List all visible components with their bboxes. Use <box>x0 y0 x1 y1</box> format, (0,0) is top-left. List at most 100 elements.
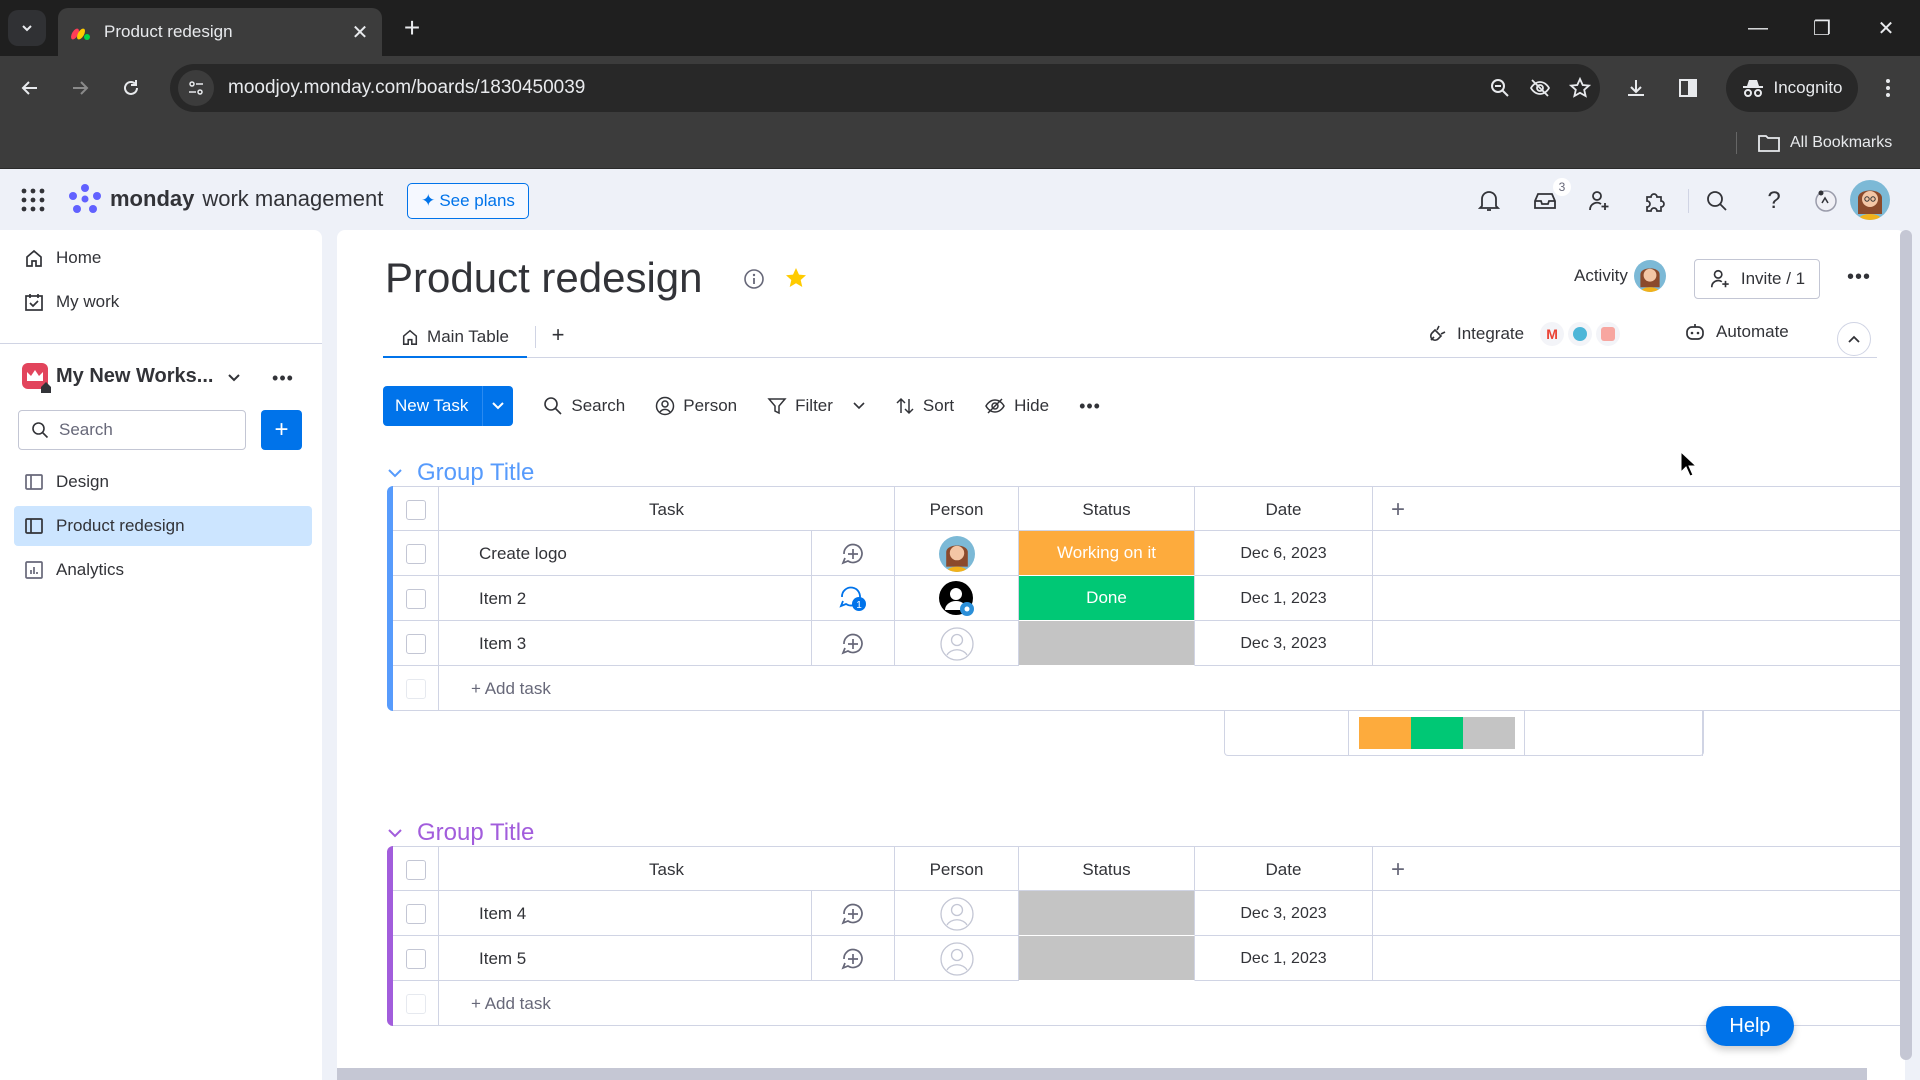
person-cell[interactable] <box>895 621 1019 666</box>
notifications-button[interactable] <box>1471 183 1507 219</box>
favorite-star-icon[interactable] <box>784 266 808 290</box>
date-cell[interactable]: Dec 1, 2023 <box>1195 576 1373 621</box>
row-checkbox[interactable] <box>405 588 426 609</box>
sort-button[interactable]: Sort <box>895 396 954 416</box>
person-filter-button[interactable]: Person <box>655 396 737 416</box>
select-all-checkbox[interactable] <box>405 859 426 880</box>
add-column-button[interactable]: + <box>1373 487 1423 532</box>
updates-cell[interactable] <box>812 936 895 981</box>
status-cell[interactable] <box>1019 621 1195 666</box>
user-avatar[interactable] <box>1850 180 1890 220</box>
column-header-person[interactable]: Person <box>895 487 1019 532</box>
forward-button[interactable] <box>62 70 98 106</box>
status-cell[interactable]: Working on it <box>1019 531 1195 576</box>
horizontal-scrollbar[interactable] <box>337 1068 1867 1080</box>
add-task-row[interactable]: + Add task <box>393 666 1905 711</box>
app-switcher-icon[interactable] <box>20 187 46 213</box>
updates-cell[interactable] <box>812 621 895 666</box>
tab-main-table[interactable]: Main Table <box>383 318 527 358</box>
sidebar-item-analytics[interactable]: Analytics <box>14 550 312 590</box>
workspace-more-button[interactable]: ••• <box>270 366 296 390</box>
group-title[interactable]: Group Title <box>387 459 534 487</box>
close-window-button[interactable]: ✕ <box>1856 8 1916 48</box>
tracking-protection-icon[interactable] <box>1520 68 1560 108</box>
add-task-row[interactable]: + Add task <box>393 981 1905 1026</box>
task-name-cell[interactable]: Item 4 <box>439 891 812 936</box>
workspace-selector[interactable]: My New Works... <box>22 363 213 393</box>
add-update-icon[interactable] <box>840 541 866 567</box>
browser-tab[interactable]: Product redesign ✕ <box>58 8 382 56</box>
viewer-person-icon[interactable] <box>938 580 976 618</box>
minimize-button[interactable]: — <box>1728 8 1788 48</box>
table-row[interactable]: Item 5 Dec 1, 2023 <box>393 936 1905 981</box>
empty-person-icon[interactable] <box>939 941 974 976</box>
incognito-badge[interactable]: Incognito <box>1726 64 1858 112</box>
status-summary-cell[interactable] <box>1349 711 1525 756</box>
side-panel-button[interactable] <box>1670 70 1706 106</box>
ai-assistant-button[interactable] <box>1808 183 1844 219</box>
invite-button[interactable]: Invite / 1 <box>1694 259 1820 299</box>
updates-cell[interactable] <box>812 891 895 936</box>
updates-cell[interactable]: 1 <box>812 576 895 621</box>
table-row[interactable]: Item 2 1 Done Dec 1, 2023 <box>393 576 1905 621</box>
restore-button[interactable]: ❐ <box>1792 8 1852 48</box>
search-button[interactable]: Search <box>543 396 625 416</box>
hide-button[interactable]: Hide <box>984 396 1049 416</box>
board-title[interactable]: Product redesign <box>385 254 703 302</box>
column-header-task[interactable]: Task <box>439 487 895 532</box>
person-cell[interactable] <box>895 531 1019 576</box>
sidebar-item-design[interactable]: Design <box>14 462 312 502</box>
task-name-cell[interactable]: Item 5 <box>439 936 812 981</box>
status-cell[interactable] <box>1019 936 1195 981</box>
person-avatar[interactable] <box>938 535 975 572</box>
column-header-task[interactable]: Task <box>439 847 895 892</box>
monday-logo[interactable]: monday work management <box>68 183 383 215</box>
invite-members-button[interactable] <box>1581 183 1617 219</box>
status-distribution-bar[interactable] <box>1359 717 1515 749</box>
add-task-input[interactable]: + Add task <box>439 981 1839 1026</box>
status-cell[interactable]: Done <box>1019 576 1195 621</box>
date-cell[interactable]: Dec 6, 2023 <box>1195 531 1373 576</box>
activity-button[interactable]: Activity <box>1574 260 1666 292</box>
group-title[interactable]: Group Title <box>387 819 534 847</box>
column-header-status[interactable]: Status <box>1019 487 1195 532</box>
row-checkbox[interactable] <box>405 903 426 924</box>
add-update-icon[interactable] <box>840 631 866 657</box>
sidebar-item-home[interactable]: Home <box>14 238 312 278</box>
bookmark-star-icon[interactable] <box>1560 68 1600 108</box>
see-plans-button[interactable]: ✦ See plans <box>407 183 529 219</box>
table-row[interactable]: Create logo Working on it Dec 6, 2023 <box>393 531 1905 576</box>
filter-button[interactable]: Filter <box>767 396 865 416</box>
collapse-header-button[interactable] <box>1837 322 1871 356</box>
row-checkbox[interactable] <box>405 948 426 969</box>
person-cell[interactable] <box>895 891 1019 936</box>
table-row[interactable]: Item 3 Dec 3, 2023 <box>393 621 1905 666</box>
more-actions-button[interactable]: ••• <box>1079 396 1101 417</box>
sidebar-search-input[interactable]: Search <box>18 410 246 450</box>
select-all-checkbox[interactable] <box>405 499 426 520</box>
help-center-button[interactable]: ? <box>1756 183 1792 219</box>
date-cell[interactable]: Dec 3, 2023 <box>1195 621 1373 666</box>
column-header-date[interactable]: Date <box>1195 847 1373 892</box>
person-cell[interactable] <box>895 576 1019 621</box>
board-more-button[interactable]: ••• <box>1847 266 1871 289</box>
column-header-date[interactable]: Date <box>1195 487 1373 532</box>
add-task-input[interactable]: + Add task <box>439 666 1839 711</box>
column-header-status[interactable]: Status <box>1019 847 1195 892</box>
date-cell[interactable]: Dec 1, 2023 <box>1195 936 1373 981</box>
updates-cell[interactable] <box>812 531 895 576</box>
integrate-button[interactable]: Integrate M <box>1427 322 1621 346</box>
downloads-button[interactable] <box>1618 70 1654 106</box>
person-cell[interactable] <box>895 936 1019 981</box>
search-everything-button[interactable] <box>1699 183 1735 219</box>
task-name-cell[interactable]: Item 2 <box>439 576 812 621</box>
updates-icon[interactable]: 1 <box>838 585 868 613</box>
status-cell[interactable] <box>1019 891 1195 936</box>
info-icon[interactable] <box>743 268 765 290</box>
task-name-cell[interactable]: Item 3 <box>439 621 812 666</box>
add-update-icon[interactable] <box>840 901 866 927</box>
help-button[interactable]: Help <box>1706 1006 1794 1046</box>
tab-close-icon[interactable]: ✕ <box>346 18 374 46</box>
sidebar-item-product-redesign[interactable]: Product redesign <box>14 506 312 546</box>
new-task-dropdown[interactable] <box>483 386 513 426</box>
